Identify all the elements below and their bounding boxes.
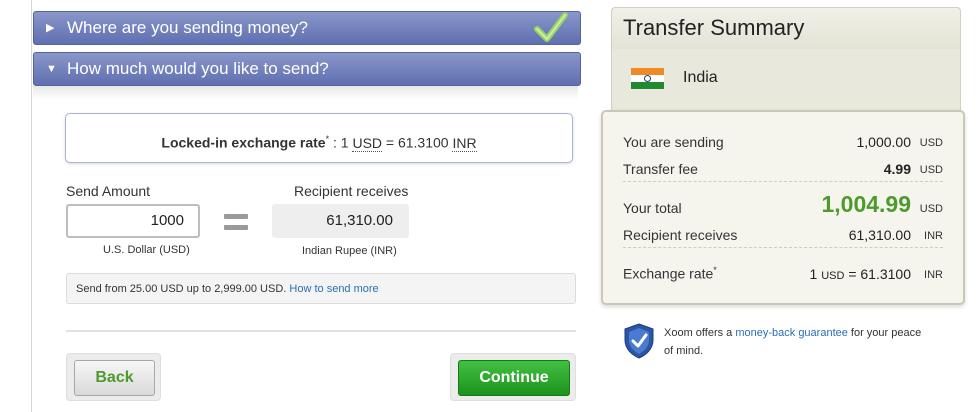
row-label-text: Exchange rate [623, 266, 714, 282]
guarantee-text-1: Xoom offers a [664, 327, 736, 339]
collapsed-arrow-icon: ▶ [46, 22, 55, 34]
summary-row-total: Your total 1,004.99 USD [623, 191, 943, 220]
transfer-summary-panel: Transfer Summary India You are sending 1… [601, 7, 965, 305]
equals-icon [224, 214, 248, 231]
country-name: India [683, 69, 718, 86]
row-currency: INR [924, 230, 943, 242]
checkmark-icon [534, 12, 568, 42]
guarantee-text: Xoom offers a money-back guarantee for y… [664, 324, 924, 360]
how-to-send-more-link[interactable]: How to send more [289, 283, 378, 295]
recipient-currency-label: Indian Rupee (INR) [302, 245, 397, 257]
send-amount-input[interactable]: 1000 [66, 204, 200, 238]
step-panel-top [33, 86, 578, 100]
continue-button[interactable]: Continue [458, 360, 570, 396]
row-label: Exchange rate* [623, 265, 717, 282]
recipient-receives-label: Recipient receives [294, 183, 409, 199]
rate-prefix: 1 [809, 266, 822, 282]
divider [66, 330, 576, 332]
india-flag-icon [631, 68, 664, 89]
row-label: Your total [623, 200, 682, 216]
row-value: 1,004.99 [821, 191, 911, 217]
rate-label: Locked-in exchange rate [161, 134, 326, 151]
row-currency: USD [919, 164, 943, 176]
money-back-guarantee: Xoom offers a money-back guarantee for y… [624, 323, 924, 363]
send-limit-notice: Send from 25.00 USD up to 2,999.00 USD. … [66, 273, 576, 304]
recipient-amount-display: 61,310.00 [272, 204, 409, 238]
row-currency: USD [919, 137, 943, 149]
summary-card: You are sending 1,000.00 USD Transfer fe… [601, 110, 965, 305]
money-back-guarantee-link[interactable]: money-back guarantee [735, 327, 848, 339]
left-border [31, 0, 32, 412]
rate-text-1: : 1 [329, 134, 353, 151]
expanded-arrow-icon: ▼ [46, 63, 57, 75]
summary-row-fee: Transfer fee 4.99 USD [623, 154, 943, 182]
rate-unit: USD [821, 270, 845, 282]
row-asterisk: * [713, 265, 717, 276]
row-value: 1 USD = 61.3100 [810, 266, 911, 282]
rate-suffix: = 61.3100 [844, 266, 911, 282]
summary-row-recipient: Recipient receives 61,310.00 INR [623, 220, 943, 248]
row-label: Transfer fee [623, 161, 698, 177]
row-label: Recipient receives [623, 227, 738, 243]
row-value: 4.99 [883, 161, 911, 177]
step2-label: How much would you like to send? [67, 59, 329, 78]
summary-row-sending: You are sending 1,000.00 USD [623, 126, 943, 154]
send-currency-label: U.S. Dollar (USD) [103, 244, 190, 256]
continue-button-wrap: Continue [450, 353, 576, 401]
locked-rate-box: Locked-in exchange rate* : 1 USD = 61.31… [65, 113, 573, 163]
step1-label: Where are you sending money? [67, 18, 308, 37]
summary-row-rate: Exchange rate* 1 USD = 61.3100 INR [623, 258, 943, 286]
page: ▶ Where are you sending money? ▼ How muc… [0, 0, 977, 412]
row-value: 1,000.00 [856, 134, 912, 150]
limit-text: Send from 25.00 USD up to 2,999.00 USD. [76, 283, 287, 295]
shield-check-icon [624, 323, 654, 359]
step-how-much-header[interactable]: ▼ How much would you like to send? [33, 52, 581, 86]
row-label: You are sending [623, 134, 724, 150]
send-amount-label: Send Amount [66, 183, 151, 199]
rate-from-currency: USD [352, 134, 383, 152]
back-button[interactable]: Back [74, 360, 155, 396]
row-currency: INR [924, 269, 943, 281]
step-where-sending-header[interactable]: ▶ Where are you sending money? [33, 11, 581, 45]
rate-text-2: = 61.3100 [382, 134, 453, 151]
row-currency: USD [919, 203, 943, 215]
summary-country-row: India [611, 49, 961, 111]
row-value: 61,310.00 [848, 227, 911, 243]
rate-to-currency: INR [452, 134, 477, 152]
back-button-wrap: Back [66, 353, 161, 401]
summary-title: Transfer Summary [611, 7, 961, 49]
